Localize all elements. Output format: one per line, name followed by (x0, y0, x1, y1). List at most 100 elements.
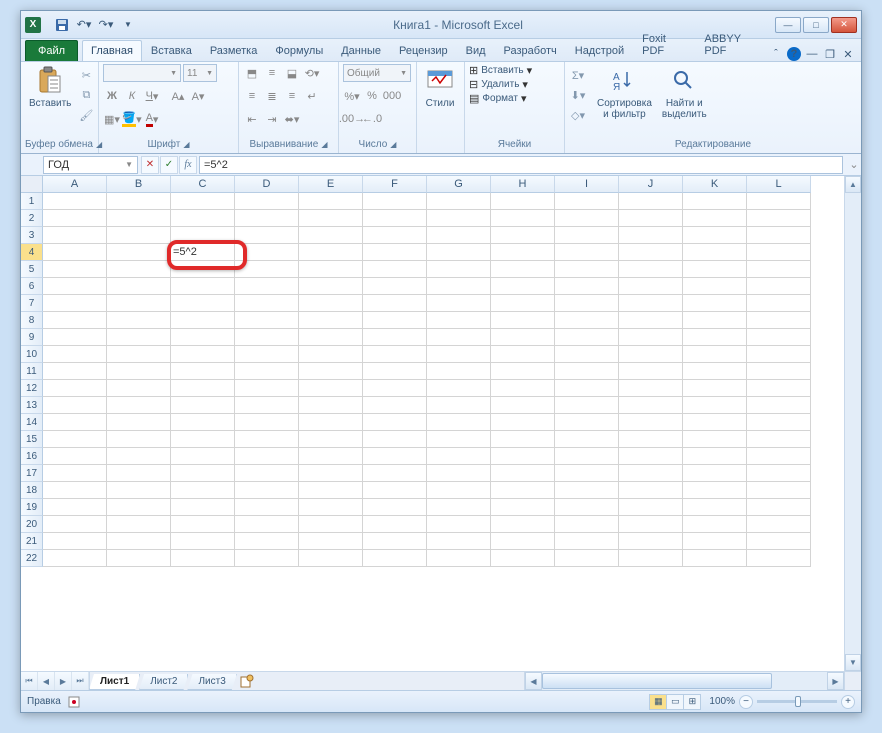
cell[interactable] (363, 244, 427, 261)
tab-review[interactable]: Рецензир (390, 40, 457, 61)
number-dialog-icon[interactable]: ◢ (390, 140, 396, 149)
column-header[interactable]: E (299, 176, 363, 193)
cell[interactable] (171, 278, 235, 295)
cell[interactable] (107, 312, 171, 329)
cell[interactable] (171, 448, 235, 465)
scroll-left-button[interactable]: ◀ (525, 672, 542, 690)
cell[interactable] (683, 261, 747, 278)
cell[interactable] (363, 363, 427, 380)
cell[interactable] (747, 397, 811, 414)
cell[interactable] (491, 380, 555, 397)
cell[interactable] (363, 550, 427, 567)
cell[interactable] (107, 380, 171, 397)
font-color-button[interactable]: A▾ (143, 110, 161, 128)
cell[interactable] (107, 193, 171, 210)
cell[interactable] (171, 465, 235, 482)
cell[interactable] (619, 448, 683, 465)
cell[interactable] (299, 499, 363, 516)
cell[interactable] (107, 278, 171, 295)
cell[interactable] (43, 329, 107, 346)
cell[interactable] (555, 227, 619, 244)
close-button[interactable]: ✕ (831, 17, 857, 33)
cancel-formula-button[interactable]: ✕ (141, 156, 159, 174)
cell[interactable] (491, 465, 555, 482)
cell[interactable] (427, 431, 491, 448)
cell[interactable] (235, 448, 299, 465)
cell[interactable] (683, 448, 747, 465)
cell[interactable] (619, 363, 683, 380)
cell[interactable] (619, 465, 683, 482)
sheet-nav-first[interactable]: ⏮ (21, 672, 38, 690)
cell[interactable] (43, 278, 107, 295)
row-header[interactable]: 14 (21, 414, 43, 431)
cell[interactable] (235, 550, 299, 567)
cell[interactable] (171, 193, 235, 210)
cell[interactable] (43, 380, 107, 397)
cell[interactable] (619, 210, 683, 227)
cell[interactable] (299, 312, 363, 329)
cell[interactable] (43, 397, 107, 414)
cell[interactable] (491, 312, 555, 329)
vscroll-track[interactable] (845, 193, 861, 654)
cell[interactable] (171, 431, 235, 448)
sheet-tab-2[interactable]: Лист2 (139, 674, 188, 690)
minimize-button[interactable]: — (775, 17, 801, 33)
cell[interactable] (107, 448, 171, 465)
bold-button[interactable]: Ж (103, 87, 121, 105)
qat-save-button[interactable] (53, 16, 71, 34)
cell[interactable] (427, 465, 491, 482)
cell[interactable] (43, 193, 107, 210)
cell[interactable] (555, 448, 619, 465)
cell[interactable] (491, 227, 555, 244)
cell[interactable] (427, 329, 491, 346)
cell[interactable] (299, 210, 363, 227)
cell[interactable] (235, 312, 299, 329)
cell[interactable] (171, 312, 235, 329)
cell[interactable] (235, 244, 299, 261)
cell[interactable] (683, 227, 747, 244)
cell[interactable] (427, 397, 491, 414)
cell[interactable] (107, 533, 171, 550)
cell[interactable] (299, 346, 363, 363)
cell[interactable] (747, 499, 811, 516)
cell[interactable] (299, 482, 363, 499)
cell[interactable] (299, 380, 363, 397)
cell[interactable] (299, 550, 363, 567)
cell[interactable] (299, 261, 363, 278)
cell[interactable] (299, 227, 363, 244)
cell[interactable] (619, 278, 683, 295)
row-header[interactable]: 18 (21, 482, 43, 499)
cell[interactable] (555, 261, 619, 278)
cell[interactable] (43, 227, 107, 244)
sheet-nav-next[interactable]: ▶ (55, 672, 72, 690)
cell[interactable] (555, 210, 619, 227)
cell[interactable] (171, 329, 235, 346)
align-bottom-button[interactable]: ⬓ (283, 64, 301, 82)
cell[interactable] (619, 414, 683, 431)
cell[interactable] (235, 533, 299, 550)
cell[interactable] (427, 193, 491, 210)
workbook-close-icon[interactable]: ✕ (841, 47, 855, 61)
view-page-layout-button[interactable]: ▭ (666, 694, 684, 710)
tab-formulas[interactable]: Формулы (266, 40, 332, 61)
sheet-nav-prev[interactable]: ◀ (38, 672, 55, 690)
sheet-tab-3[interactable]: Лист3 (187, 674, 236, 690)
cell[interactable] (683, 363, 747, 380)
format-cells-button[interactable]: ▤Формат ▾ (469, 92, 526, 105)
cell[interactable] (683, 193, 747, 210)
cell[interactable] (747, 295, 811, 312)
cell[interactable] (555, 363, 619, 380)
cell[interactable] (747, 533, 811, 550)
cell[interactable] (235, 193, 299, 210)
cell[interactable] (235, 346, 299, 363)
cell[interactable] (427, 482, 491, 499)
cell[interactable] (363, 516, 427, 533)
cell[interactable] (235, 227, 299, 244)
cell[interactable] (299, 244, 363, 261)
cell[interactable] (107, 550, 171, 567)
cell[interactable] (747, 516, 811, 533)
font-name-combo[interactable]: ▼ (103, 64, 181, 82)
cell[interactable] (683, 210, 747, 227)
cell[interactable] (619, 227, 683, 244)
workbook-minimize-icon[interactable]: — (805, 47, 819, 61)
